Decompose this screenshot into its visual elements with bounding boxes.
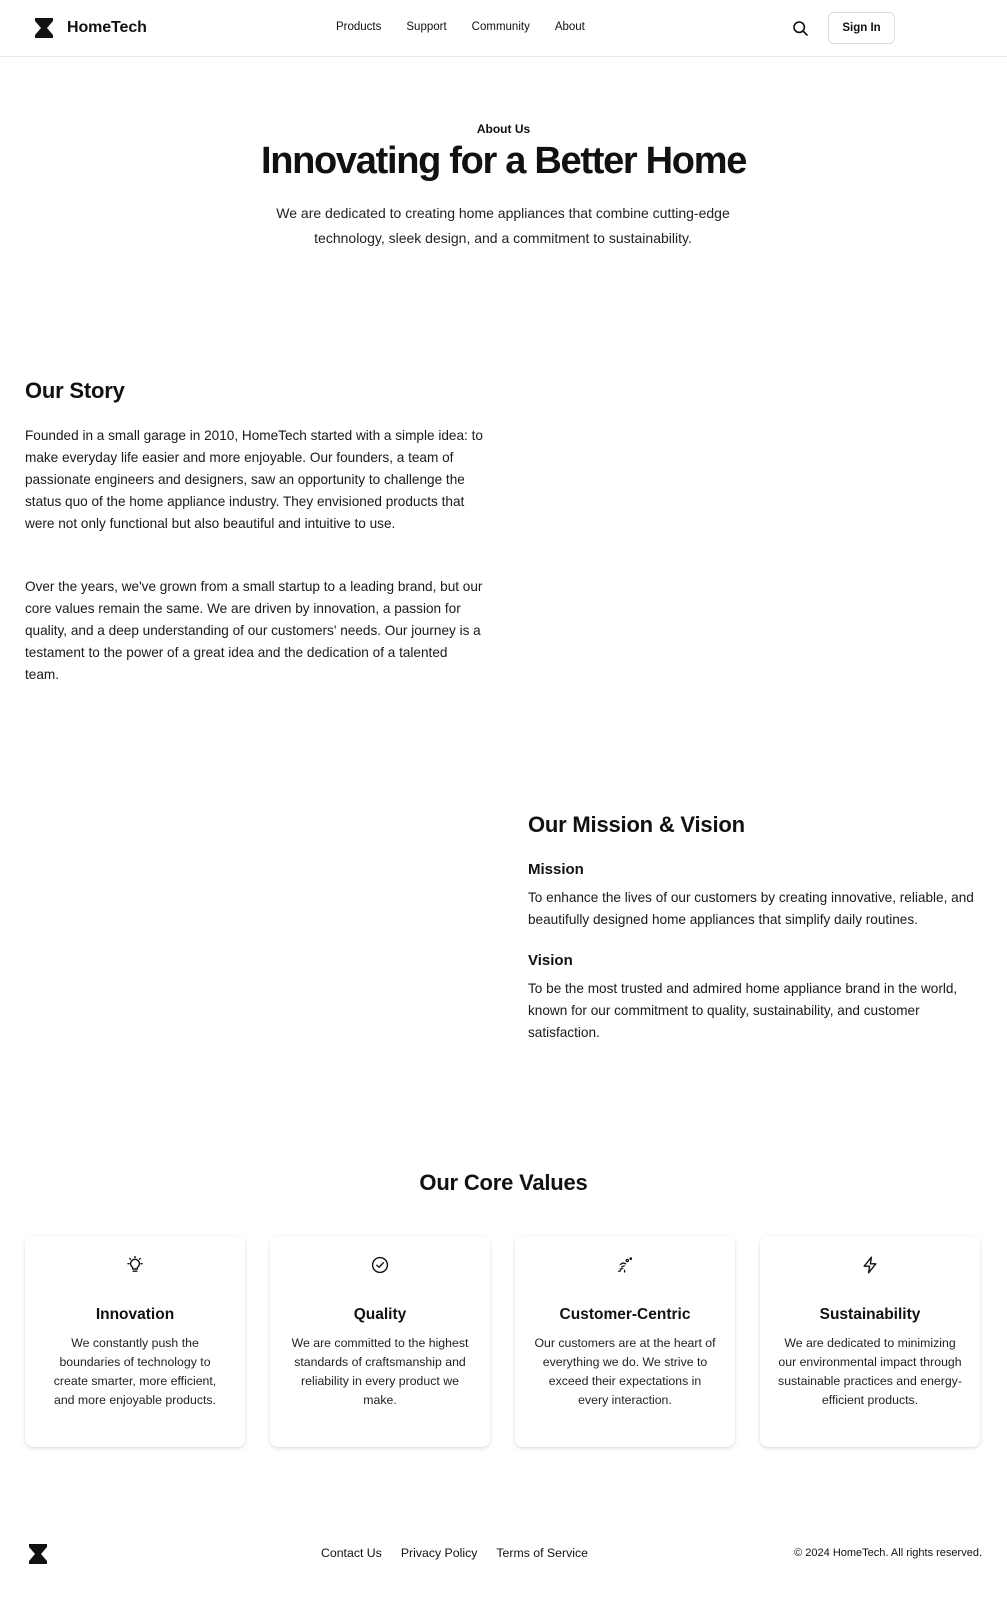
page-title: Innovating for a Better Home (260, 140, 747, 182)
core-values-heading: Our Core Values (419, 1170, 588, 1195)
story-paragraph: Founded in a small garage in 2010, HomeT… (25, 428, 483, 531)
vision-heading: Vision (528, 952, 573, 969)
vision-text: To be the most trusted and admired home … (528, 981, 958, 1040)
footer-nav: Contact Us Privacy Policy Terms of Servi… (321, 1546, 607, 1560)
value-card-description: We are dedicated to minimizing our envir… (778, 1336, 962, 1407)
value-card-description: Our customers are at the heart of everyt… (534, 1336, 716, 1407)
nav-item-support[interactable]: Support (406, 21, 446, 33)
value-card-description: We constantly push the boundaries of tec… (53, 1336, 217, 1407)
value-card-innovation: Innovation We constantly push the bounda… (25, 1236, 245, 1447)
value-card-sustainability: Sustainability We are dedicated to minim… (760, 1236, 980, 1447)
site-header: HomeTech Products Support Community Abou… (0, 0, 1007, 57)
mission-text: To enhance the lives of our customers by… (528, 890, 974, 927)
brand-home-link[interactable]: HomeTech (34, 18, 147, 38)
hourglass-logo-icon[interactable] (28, 1544, 48, 1564)
lightning-icon (863, 1256, 877, 1274)
nav-item-about[interactable]: About (555, 21, 585, 33)
value-card-description: We are committed to the highest standard… (291, 1336, 469, 1407)
mission-vision-heading: Our Mission & Vision (528, 812, 745, 837)
search-icon[interactable] (792, 20, 809, 37)
footer-link-contact[interactable]: Contact Us (321, 1546, 382, 1560)
footer-link-terms[interactable]: Terms of Service (496, 1546, 588, 1560)
hero-eyebrow: About Us (476, 122, 531, 136)
copyright-text: © 2024 HomeTech. All rights reserved. (794, 1547, 982, 1559)
value-card-title: Quality (353, 1306, 407, 1323)
handshake-icon (618, 1257, 633, 1273)
lightbulb-icon (127, 1256, 143, 1272)
value-card-customer-centric: Customer-Centric Our customers are at th… (515, 1236, 735, 1447)
value-card-title: Innovation (95, 1306, 175, 1323)
main-nav: Products Support Community About (336, 21, 610, 33)
nav-item-community[interactable]: Community (472, 21, 530, 33)
value-card-quality: Quality We are committed to the highest … (270, 1236, 490, 1447)
hero-subtitle: We are dedicated to creating home applia… (276, 205, 730, 246)
brand-name: HomeTech (67, 19, 147, 36)
value-card-title: Sustainability (819, 1306, 921, 1323)
story-heading: Our Story (25, 378, 125, 403)
hourglass-logo-icon (35, 18, 53, 38)
check-circle-icon (371, 1256, 389, 1274)
footer-link-privacy[interactable]: Privacy Policy (401, 1546, 478, 1560)
story-paragraph: Over the years, we've grown from a small… (25, 579, 483, 682)
sign-in-button[interactable]: Sign In (828, 12, 895, 44)
value-card-title: Customer-Centric (559, 1306, 691, 1323)
nav-item-products[interactable]: Products (336, 21, 381, 33)
mission-heading: Mission (528, 861, 584, 878)
